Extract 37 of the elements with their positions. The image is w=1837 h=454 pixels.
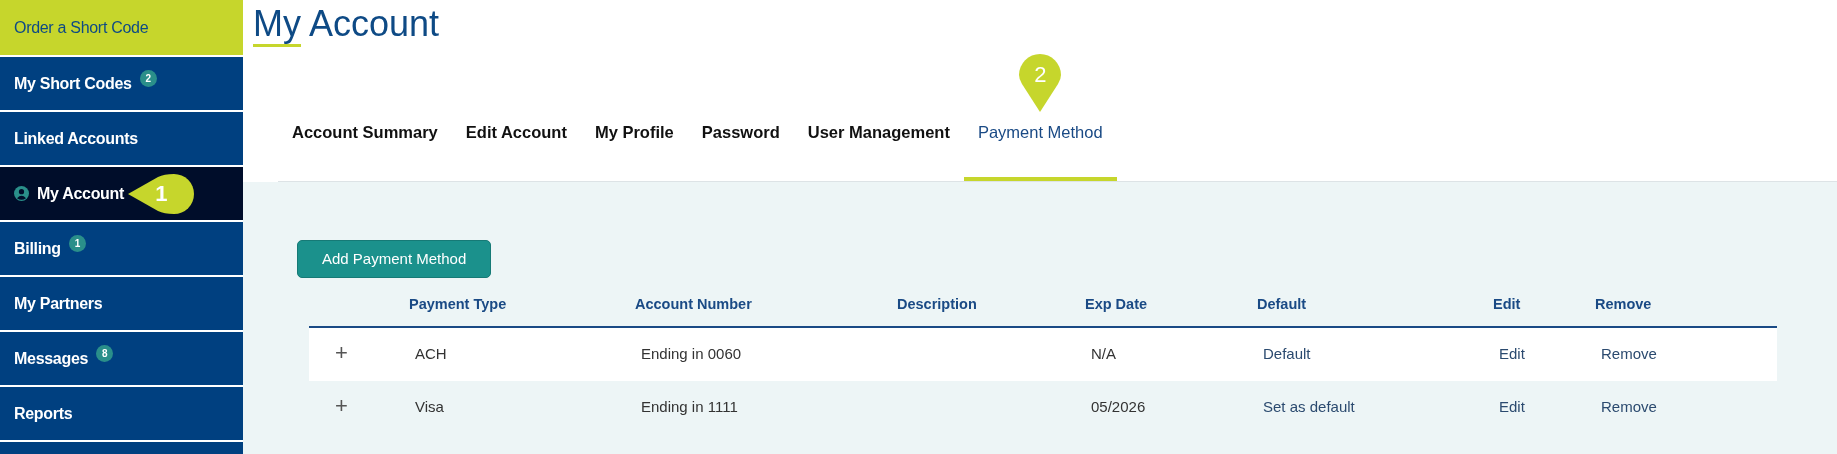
column-header: Exp Date xyxy=(1085,295,1149,315)
row-link[interactable]: Remove xyxy=(1601,398,1657,416)
column-header: Remove xyxy=(1595,295,1653,315)
table-cell: N/A xyxy=(1091,345,1116,363)
tab[interactable]: My Profile xyxy=(580,119,688,181)
callout-marker: 1 xyxy=(128,173,195,214)
person-icon xyxy=(14,186,29,201)
tab[interactable]: User Management xyxy=(793,119,964,181)
sidebar-item[interactable]: My Account 1 xyxy=(0,167,243,222)
expand-button[interactable]: + xyxy=(335,340,348,366)
expand-button[interactable]: + xyxy=(335,393,348,419)
column-header: Account Number xyxy=(635,295,753,315)
table-cell: Ending in 0060 xyxy=(641,345,742,363)
table-cell: Visa xyxy=(415,398,444,416)
count-badge: 2 xyxy=(139,70,157,87)
column-header: Edit xyxy=(1493,295,1522,315)
add-payment-method-button[interactable]: Add Payment Method xyxy=(297,239,492,279)
count-badge: 1 xyxy=(68,235,86,252)
row-link[interactable]: Set as default xyxy=(1263,398,1355,416)
table-cell: ACH xyxy=(415,345,447,363)
row-link[interactable]: Edit xyxy=(1499,398,1525,416)
sidebar-item[interactable]: Order a Short Code xyxy=(0,0,243,57)
column-header: Default xyxy=(1257,295,1308,315)
tab[interactable]: Edit Account xyxy=(451,119,581,181)
table-cell: 05/2026 xyxy=(1091,398,1146,416)
row-link[interactable]: Default xyxy=(1263,345,1311,363)
row-link[interactable]: Remove xyxy=(1601,345,1657,363)
page-title: My Account xyxy=(253,4,441,44)
table-cell: Ending in 1111 xyxy=(641,398,738,416)
callout-marker: 2 xyxy=(1019,53,1062,112)
sidebar-item[interactable]: My Short Codes 2 xyxy=(0,57,243,112)
tab[interactable]: Account Summary xyxy=(278,119,452,181)
column-header: Description xyxy=(897,295,978,315)
tab[interactable]: Password xyxy=(687,119,794,181)
count-badge: 8 xyxy=(96,345,114,362)
row-link[interactable]: Edit xyxy=(1499,345,1525,363)
column-header: Payment Type xyxy=(409,295,508,315)
